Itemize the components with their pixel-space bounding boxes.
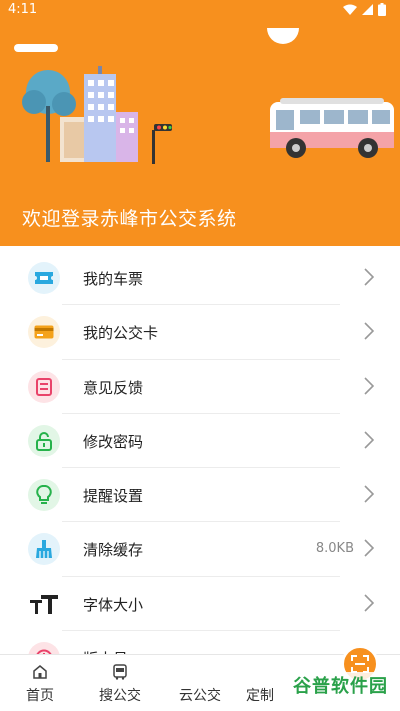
- status-time: 4:11: [8, 2, 38, 17]
- menu-item-feedback[interactable]: 意见反馈: [0, 360, 400, 414]
- lock-icon: [28, 424, 60, 457]
- status-bar: 4:11: [0, 0, 400, 20]
- tab-label: 云公交: [179, 688, 221, 704]
- menu-label: 意见反馈: [83, 378, 144, 397]
- tab-label: 搜公交: [99, 688, 141, 704]
- ticket-icon: [28, 262, 60, 294]
- wifi-icon: [343, 4, 357, 15]
- tab-search-bus[interactable]: 搜公交: [80, 655, 160, 711]
- profile-header: 4:11 欢迎登录赤峰市公交系统: [0, 0, 400, 246]
- traffic-light-icon: [152, 124, 172, 164]
- menu-item-font-size[interactable]: 字体大小: [0, 577, 400, 632]
- bus-illustration: [270, 98, 394, 158]
- chevron-right-icon: [364, 377, 374, 395]
- city-illustration: [20, 66, 180, 166]
- signal-icon: [362, 4, 373, 15]
- menu-label: 字体大小: [83, 595, 144, 614]
- chevron-right-icon: [364, 594, 374, 612]
- tab-label: 定制: [246, 688, 274, 704]
- menu-label: 提醒设置: [83, 487, 144, 506]
- menu-item-bus-card[interactable]: 我的公交卡: [0, 305, 400, 360]
- sun-decoration: [267, 28, 299, 44]
- home-icon: [33, 665, 47, 679]
- menu-label: 修改密码: [83, 432, 144, 451]
- watermark-logo: 谷普软件园: [289, 672, 392, 698]
- status-icons: [343, 3, 386, 16]
- cloud-decoration: [14, 44, 58, 52]
- menu-label: 清除缓存: [83, 541, 144, 560]
- feedback-icon: [28, 370, 60, 403]
- card-icon: [28, 316, 60, 349]
- menu-item-tickets[interactable]: 我的车票: [0, 251, 400, 306]
- battery-icon: [378, 3, 386, 16]
- chevron-right-icon: [364, 322, 374, 340]
- tab-custom[interactable]: 定制: [240, 655, 280, 711]
- cache-size: 8.0KB: [315, 541, 354, 557]
- tab-cloud-bus[interactable]: 云公交: [160, 645, 379, 711]
- chevron-right-icon: [364, 268, 374, 286]
- menu-item-reminder-settings[interactable]: 提醒设置: [0, 468, 400, 523]
- font-size-icon: [28, 588, 60, 620]
- chevron-right-icon: [364, 431, 374, 449]
- menu-item-clear-cache[interactable]: 清除缓存 8.0KB: [0, 522, 400, 577]
- broom-icon: [28, 533, 60, 566]
- menu-item-change-password[interactable]: 修改密码: [0, 414, 400, 469]
- bus-icon: [113, 664, 127, 680]
- welcome-text: 欢迎登录赤峰市公交系统: [22, 208, 237, 230]
- menu-label: 我的公交卡: [83, 324, 159, 343]
- chevron-right-icon: [364, 539, 374, 558]
- bulb-icon: [28, 479, 60, 512]
- tab-label: 首页: [26, 688, 54, 704]
- tab-home[interactable]: 首页: [0, 655, 80, 711]
- menu-label: 我的车票: [83, 270, 144, 288]
- settings-menu: 我的车票 我的公交卡 意见反馈 修改密码 提醒设置 清除缓存 8.0KB 字体大…: [0, 251, 400, 685]
- chevron-right-icon: [364, 485, 374, 503]
